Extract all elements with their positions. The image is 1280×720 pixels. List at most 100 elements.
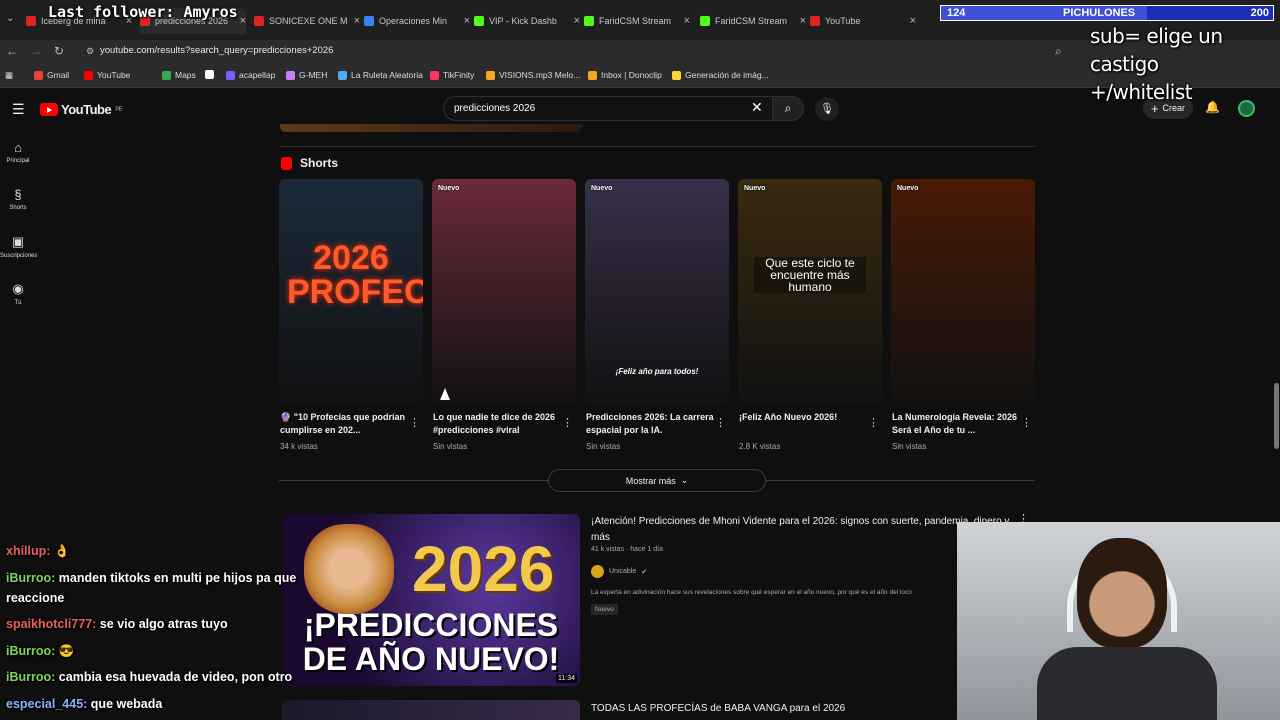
short-thumbnail[interactable]: Nuevo: [891, 179, 1035, 406]
chat-message: iBurroo: manden tiktoks en multi pe hijo…: [6, 571, 296, 585]
search-input[interactable]: predicciones 2026: [443, 96, 773, 121]
tab-favicon-icon: [584, 16, 594, 26]
next-video-thumbnail[interactable]: [282, 700, 580, 720]
tab-title: VIP - Kick Dashb: [489, 16, 557, 26]
chat-text: se vio algo atras tuyo: [99, 617, 228, 631]
divider: [279, 480, 548, 481]
video-thumbnail[interactable]: 2026 ¡PREDICCIONES DE AÑO NUEVO!: [282, 514, 580, 686]
short-views: Sin vistas: [586, 442, 621, 451]
bookmark-favicon-icon: [672, 70, 681, 80]
chat-username: iBurroo:: [6, 644, 56, 658]
short-thumbnail[interactable]: Nuevo ¡Feliz año para todos!: [585, 179, 729, 406]
bookmark-label: TikFinity: [443, 70, 475, 80]
youtube-logo[interactable]: YouTube PE: [40, 102, 123, 117]
tab-favicon-icon: [254, 16, 264, 26]
new-badge: Nuevo: [591, 185, 613, 192]
bookmark-item[interactable]: Gmail: [34, 70, 69, 80]
url-field[interactable]: youtube.com/results?search_query=predicc…: [80, 43, 1080, 59]
browser-tab[interactable]: Operaciones Min ×: [364, 8, 470, 34]
more-options-icon[interactable]: ⋮: [562, 416, 573, 429]
short-title[interactable]: 🔮 "10 Profecías que podrían cumplirse en…: [280, 411, 408, 437]
forward-icon[interactable]: →: [30, 44, 42, 58]
browser-tab[interactable]: FaridCSM Stream ×: [584, 8, 690, 34]
scrollbar[interactable]: [1274, 383, 1279, 449]
subscriptions-icon: ▣: [11, 234, 25, 249]
mouse-cursor-icon: [440, 388, 450, 400]
bookmark-favicon-icon: [486, 70, 495, 80]
video-meta: 41 k vistas · hace 1 día: [591, 546, 663, 553]
chat-text: reaccione: [6, 591, 65, 605]
short-thumbnail[interactable]: Nuevo Que este ciclo te encuentre más hum…: [738, 179, 882, 406]
browser-tab[interactable]: VIP - Kick Dashb ×: [474, 8, 580, 34]
tab-list-chevron-icon[interactable]: ⌄: [6, 13, 14, 24]
bookmark-favicon-icon: [588, 70, 597, 80]
video-description: La experta en adivinación hace sus revel…: [591, 589, 912, 596]
more-options-icon[interactable]: ⋮: [868, 416, 879, 429]
mic-icon: 🎙: [820, 103, 834, 115]
tab-favicon-icon: [700, 16, 710, 26]
apps-grid-icon[interactable]: ▦: [5, 70, 13, 81]
short-title[interactable]: Predicciones 2026: La carrera espacial p…: [586, 411, 714, 437]
sidebar-item-subscriptions[interactable]: ▣ Suscripciones: [0, 234, 37, 259]
short-title[interactable]: Lo que nadie te dice de 2026 #prediccion…: [433, 411, 561, 437]
show-more-button[interactable]: Mostrar más ⌄: [548, 469, 766, 492]
tab-close-icon[interactable]: ×: [800, 15, 806, 27]
verified-icon: ✔: [641, 568, 648, 576]
bookmark-label: Generación de imág...: [685, 70, 769, 80]
tab-close-icon[interactable]: ×: [910, 15, 916, 27]
sidebar-item-label: Shorts: [9, 205, 27, 211]
back-icon[interactable]: ←: [6, 44, 18, 58]
video-title[interactable]: ¡Atención! Predicciones de Mhoni Vidente…: [591, 514, 1011, 546]
sidebar-item-principal[interactable]: ⌂ Principal: [0, 140, 36, 164]
region-code: PE: [115, 106, 123, 113]
previous-result-thumbnail[interactable]: [280, 124, 582, 132]
tab-title: FaridCSM Stream: [715, 16, 788, 26]
sidebar-item-shorts[interactable]: § Shorts: [0, 187, 36, 211]
short-title[interactable]: ¡Feliz Año Nuevo 2026!: [739, 411, 867, 424]
webcam-person-head: [1077, 538, 1167, 648]
more-options-icon[interactable]: ⋮: [409, 416, 420, 429]
menu-icon[interactable]: ☰: [12, 101, 25, 118]
tab-close-icon[interactable]: ×: [240, 15, 246, 27]
last-follower-overlay: Last follower: Amyros: [48, 3, 238, 21]
clear-search-icon[interactable]: ✕: [751, 99, 763, 116]
short-thumbnail-text: 2026 PROFECIAS: [287, 239, 423, 311]
bookmark-item[interactable]: YouTube: [84, 70, 130, 80]
channel-name: Unicable: [609, 568, 637, 575]
bookmark-favicon-icon: [84, 70, 93, 80]
bookmark-item[interactable]: TikFinity: [430, 70, 474, 80]
short-thumbnail[interactable]: Nuevo: [432, 179, 576, 406]
tab-close-icon[interactable]: ×: [464, 15, 470, 27]
more-options-icon[interactable]: ⋮: [1021, 416, 1032, 429]
search-icon: ⌕: [784, 101, 792, 115]
short-thumbnail[interactable]: 2026 PROFECIAS: [279, 179, 423, 406]
browser-tab[interactable]: FaridCSM Stream ×: [700, 8, 806, 34]
bookmark-item[interactable]: acapellap: [226, 70, 275, 80]
browser-tab[interactable]: SONICEXE ONE M ×: [254, 8, 360, 34]
chat-username: iBurroo:: [6, 670, 56, 684]
bookmark-item[interactable]: Inbox | Donoclip: [588, 70, 662, 80]
search-button[interactable]: ⌕: [772, 96, 804, 121]
bookmark-item[interactable]: [205, 70, 218, 79]
tab-close-icon[interactable]: ×: [354, 15, 360, 27]
sidebar-item-you[interactable]: ◉ Tú: [0, 281, 36, 306]
bookmark-favicon-icon: [34, 70, 43, 80]
bookmark-item[interactable]: VISIONS.mp3 Melo...: [486, 70, 580, 80]
browser-tab[interactable]: YouTube ×: [810, 8, 916, 34]
tab-close-icon[interactable]: ×: [574, 15, 580, 27]
bookmark-item[interactable]: Generación de imág...: [672, 70, 769, 80]
next-video-title[interactable]: TODAS LAS PROFECÍAS de BABA VANGA para e…: [591, 703, 845, 714]
voice-search-button[interactable]: 🎙: [815, 97, 839, 121]
more-options-icon[interactable]: ⋮: [715, 416, 726, 429]
channel-link[interactable]: Unicable ✔: [591, 565, 647, 578]
bookmark-item[interactable]: La Ruleta Aleatoria: [338, 70, 423, 80]
goal-bar: 124 PICHULONES 200: [940, 5, 1274, 21]
tab-close-icon[interactable]: ×: [684, 15, 690, 27]
zoom-icon[interactable]: ⌕: [1055, 44, 1062, 59]
goal-target: 200: [1250, 7, 1269, 19]
bookmark-item[interactable]: Maps: [162, 70, 196, 80]
short-title[interactable]: La Numerología Revela: 2026 Será el Año …: [892, 411, 1020, 437]
shorts-icon: §: [14, 187, 22, 202]
bookmark-item[interactable]: G-MEH: [286, 70, 327, 80]
reload-icon[interactable]: ↻: [54, 44, 64, 58]
